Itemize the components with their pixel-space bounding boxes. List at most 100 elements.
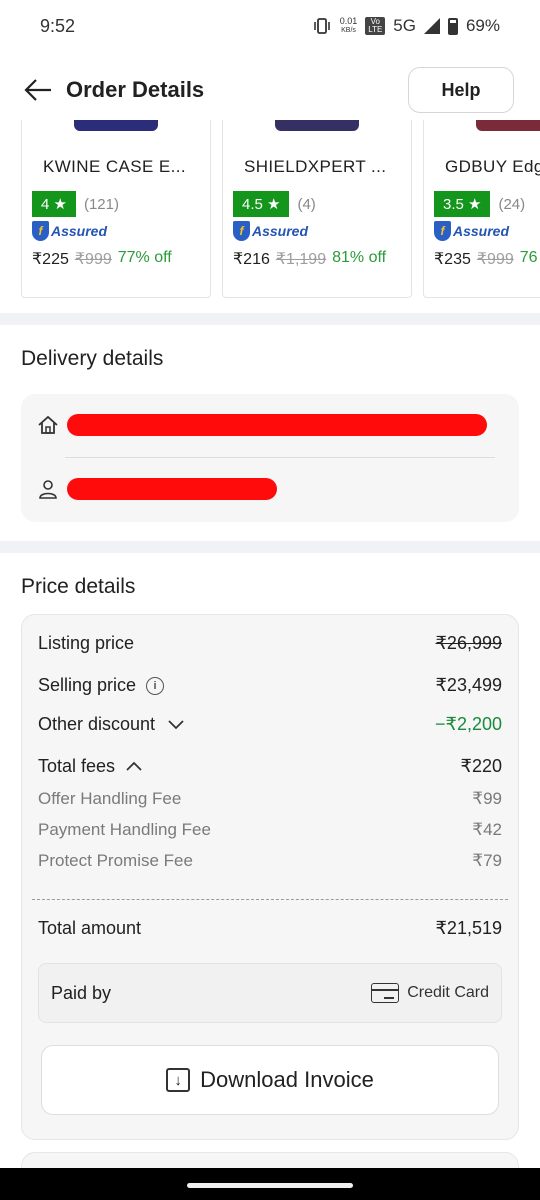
rating-badge: 3.5 ★ [434,191,491,217]
network-speed-value: 0.01 [339,16,358,26]
page-title: Order Details [66,77,205,102]
total-amount-value: ₹21,519 [435,918,502,938]
mrp-price: ₹1,199 [275,251,327,268]
chevron-up-icon [126,761,142,771]
paid-by-label: Paid by [51,982,112,1003]
fee-item-value: ₹42 [472,820,502,839]
credit-card-icon [371,983,400,1003]
assured-label: Assured [453,223,510,239]
fee-item-label: Protect Promise Fee [38,851,193,870]
info-icon[interactable]: i [146,676,165,695]
assured-badge: f Assured [32,221,107,241]
dashed-divider [32,899,508,900]
rating-count: (24) [498,195,526,213]
paid-by-box: Paid by Credit Card [38,963,502,1023]
product-card[interactable]: SHIELDXPERT ... 4.5 ★ (4) f Assured ₹216… [222,120,412,298]
status-bar: 9:52 0.01 KB/s Vo LTE 5G 69% [0,0,540,52]
total-amount-row: Total amount ₹21,519 [38,918,502,939]
product-image [275,120,359,131]
fee-item-row: Offer Handling Fee ₹99 [38,789,502,809]
listing-price-row: Listing price ₹26,999 [38,633,502,654]
selling-price: ₹216 [233,251,270,268]
download-icon: ↓ [166,1068,191,1092]
network-speed-unit: KB/s [341,27,356,34]
home-icon [38,415,58,434]
product-card[interactable]: GDBUY Edg 3.5 ★ (24) f Assured ₹235 ₹999… [423,120,540,298]
total-fees-row[interactable]: Total fees ₹220 [38,756,502,777]
assured-badge: f Assured [233,221,308,241]
delivery-address-row[interactable] [37,414,495,436]
fee-item-value: ₹99 [472,789,502,808]
network-type: 5G [393,16,416,35]
mrp-price: ₹999 [476,251,514,268]
discount-percent: 77% off [117,249,172,266]
assured-label: Assured [51,223,108,239]
product-name: GDBUY Edg [445,157,540,176]
delivery-title: Delivery details [21,347,164,370]
product-card[interactable]: KWINE CASE E... 4 ★ (121) f Assured ₹225… [21,120,211,298]
listing-price-label: Listing price [38,633,135,653]
price-details-title: Price details [21,575,136,598]
chevron-down-icon [168,719,184,729]
product-name: KWINE CASE E... [43,157,186,176]
delivery-separator [65,457,495,458]
signal-icon [423,18,440,34]
total-fees-label: Total fees [38,756,116,776]
other-discount-label: Other discount [38,714,156,734]
fee-item-row: Payment Handling Fee ₹42 [38,820,502,840]
selling-price-label: Selling price [38,675,137,695]
product-name: SHIELDXPERT ... [244,157,387,176]
price-details-card: Listing price ₹26,999 Selling price i ₹2… [21,614,519,1140]
person-icon [39,480,57,499]
download-invoice-button[interactable]: ↓ Download Invoice [41,1045,499,1115]
selling-price: ₹225 [32,251,69,268]
mrp-price: ₹999 [74,251,112,268]
battery-percent: 69% [465,16,500,35]
delivery-contact-row[interactable] [37,478,495,500]
selling-price-value: ₹23,499 [435,675,502,695]
volte-icon: Vo LTE [365,17,386,35]
total-amount-label: Total amount [38,918,142,938]
download-invoice-label: Download Invoice [200,1067,374,1092]
discount-percent: 81% off [332,249,387,266]
delivery-card [21,394,519,522]
assured-badge: f Assured [434,221,509,241]
product-image [476,120,540,131]
assured-shield-icon: f [434,221,451,241]
vibrate-icon [313,18,330,34]
similar-products-carousel[interactable]: KWINE CASE E... 4 ★ (121) f Assured ₹225… [0,120,540,310]
fee-item-label: Payment Handling Fee [38,820,211,839]
selling-price-row: Selling price i ₹23,499 [38,675,502,696]
selling-price: ₹235 [434,251,471,268]
discount-percent: 76 [519,249,538,266]
status-time: 9:52 [40,15,76,36]
redacted-address [67,414,487,436]
rating-badge: 4.5 ★ [233,191,290,217]
fee-item-label: Offer Handling Fee [38,789,182,808]
rating-count: (4) [297,195,316,213]
status-icons: 0.01 KB/s Vo LTE 5G 69% [312,16,500,36]
total-fees-value: ₹220 [460,756,502,776]
section-divider [0,541,540,553]
battery-icon [447,17,458,35]
assured-shield-icon: f [32,221,49,241]
payment-method: Credit Card [407,984,489,1001]
arrow-left-icon [24,79,51,101]
product-image [74,120,158,131]
other-discount-value: −₹2,200 [434,714,502,734]
section-divider [0,313,540,325]
network-speed: 0.01 KB/s [340,17,358,35]
redacted-contact [67,478,277,500]
assured-label: Assured [252,223,309,239]
home-gesture-pill[interactable] [187,1183,353,1188]
rating-badge: 4 ★ [32,191,76,217]
fee-item-row: Protect Promise Fee ₹79 [38,851,502,871]
fee-item-value: ₹79 [472,851,502,870]
app-header: Order Details Help [0,62,540,118]
rating-count: (121) [83,195,119,213]
other-discount-row[interactable]: Other discount −₹2,200 [38,714,502,735]
system-navigation-bar [0,1168,540,1200]
back-button[interactable] [22,74,54,106]
assured-shield-icon: f [233,221,250,241]
help-button[interactable]: Help [408,67,514,113]
